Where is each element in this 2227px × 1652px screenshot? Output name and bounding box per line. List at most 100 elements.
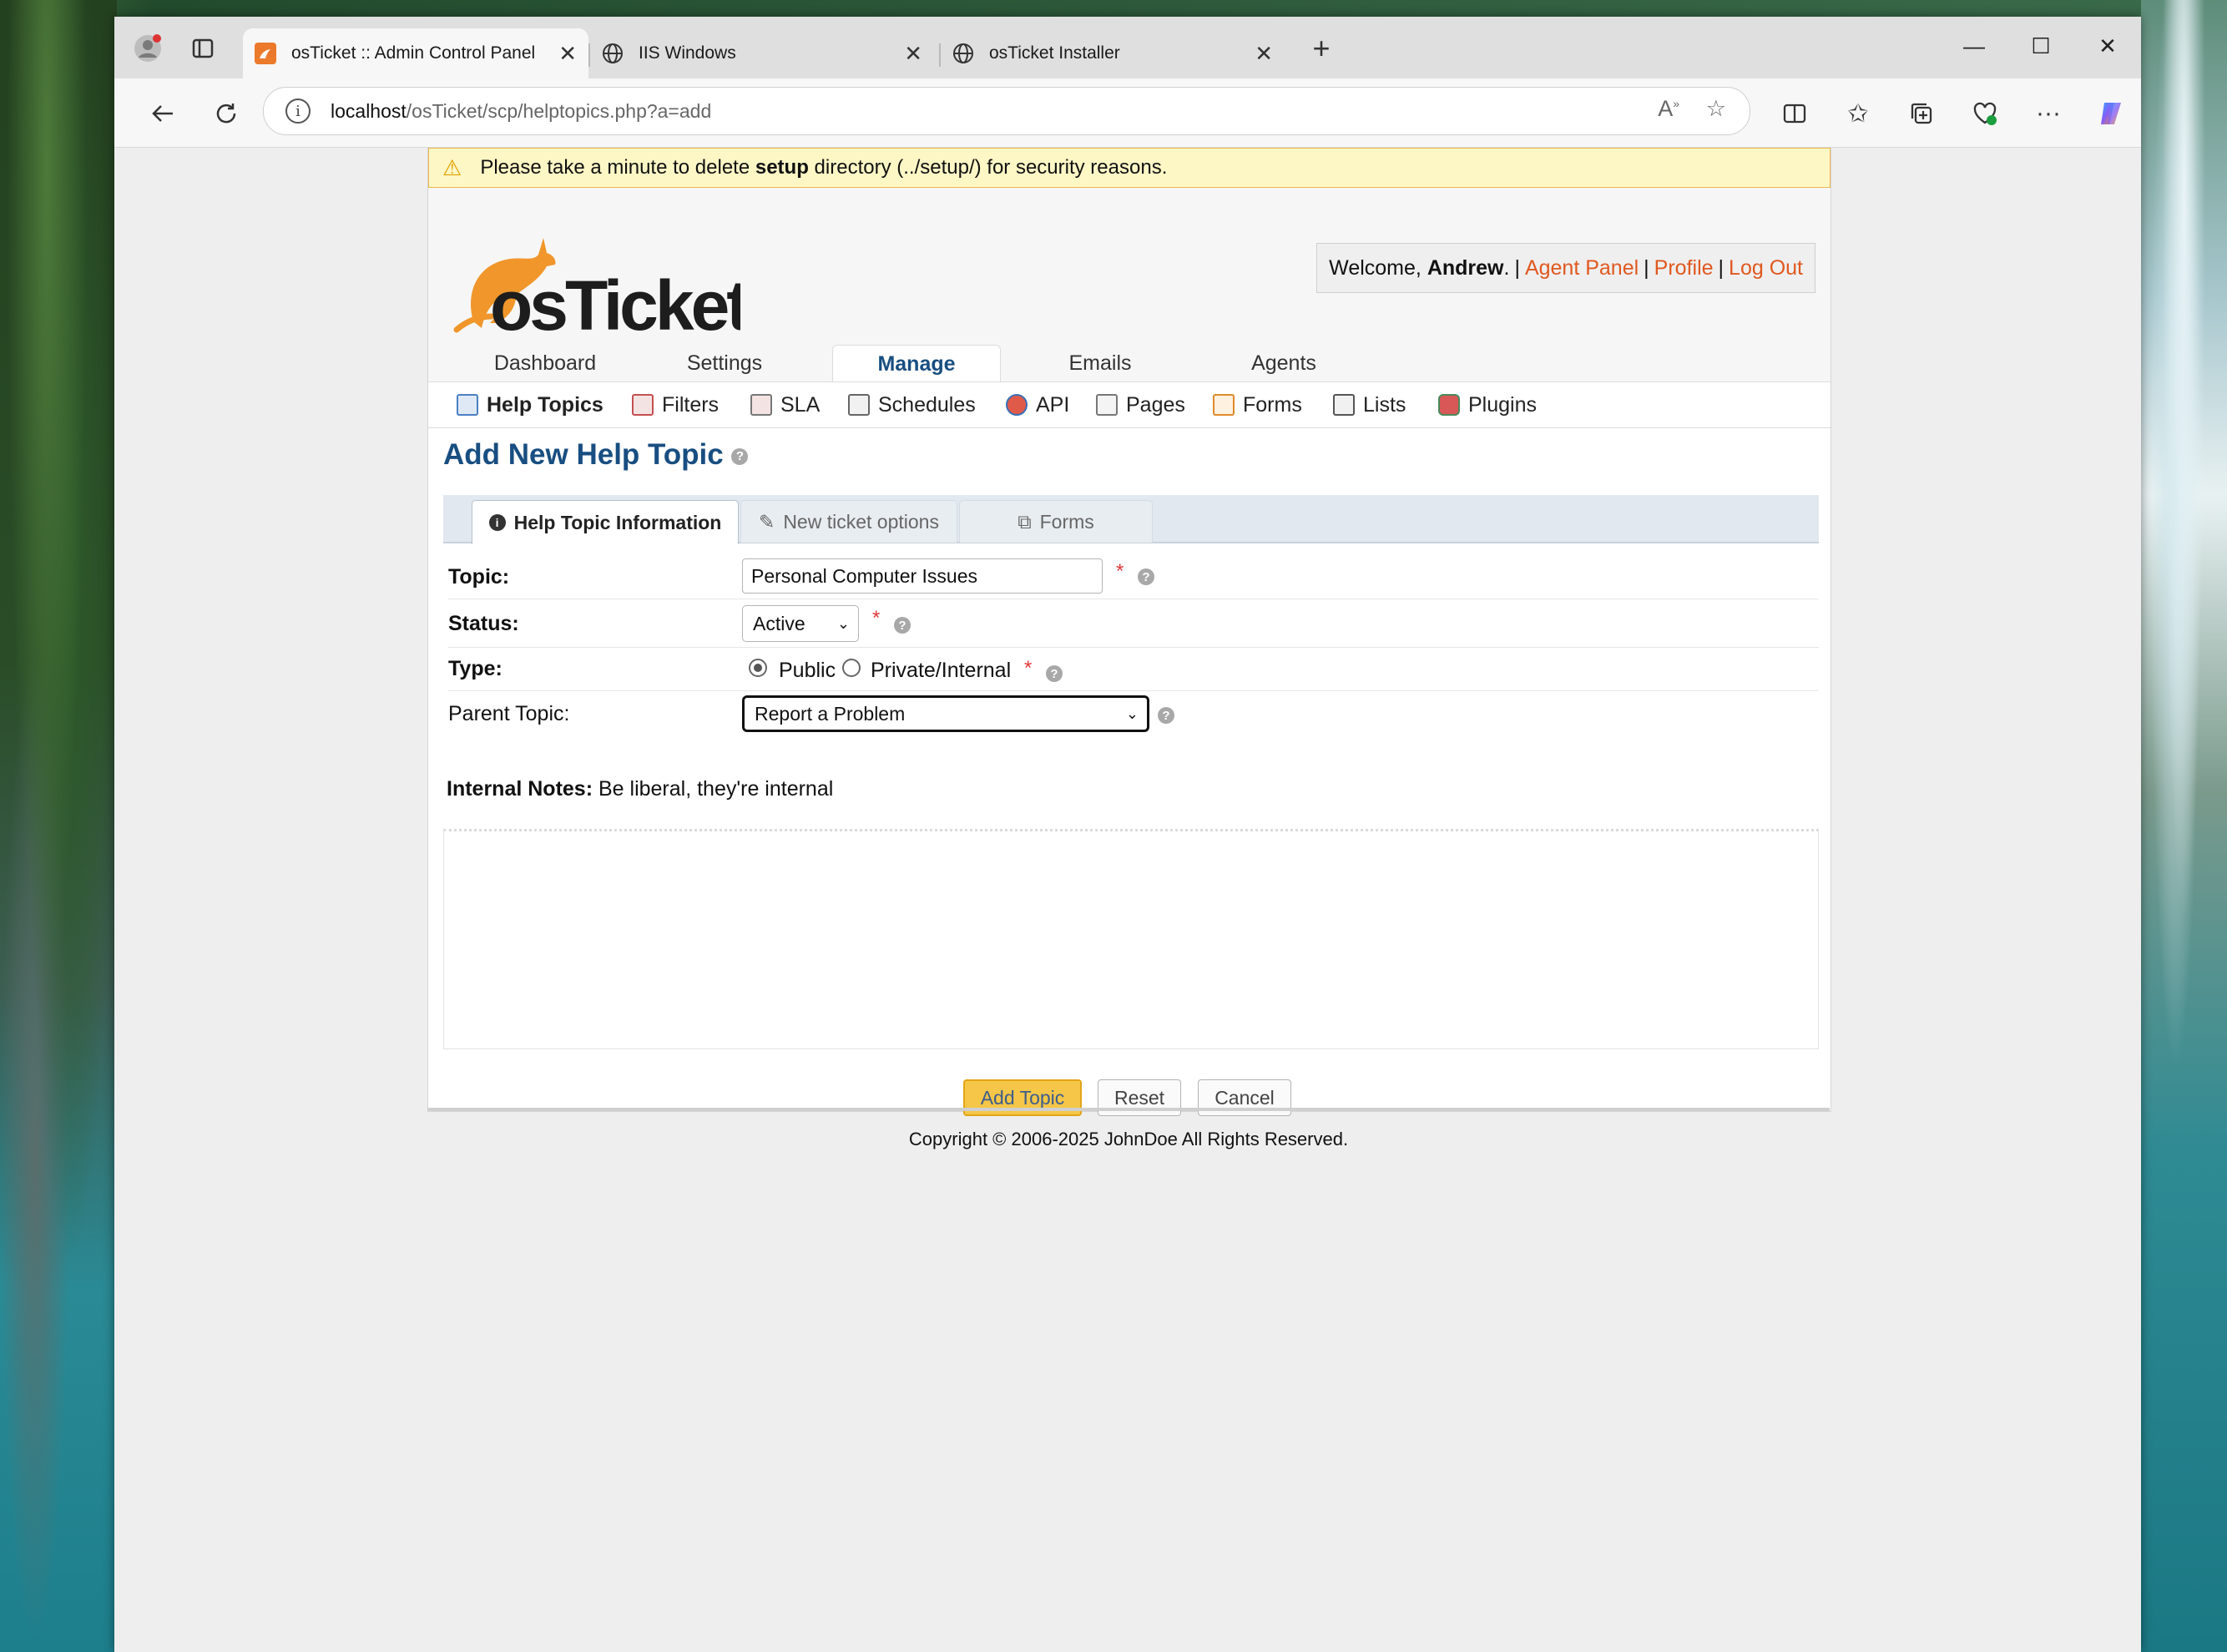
help-icon[interactable]: ? [1138,568,1154,585]
address-bar[interactable]: i localhost/osTicket/scp/helptopics.php?… [263,87,1750,135]
copilot-icon[interactable] [2092,93,2132,134]
subnav-sla[interactable]: SLA [750,382,820,427]
tab-settings[interactable]: Settings [637,345,812,381]
read-aloud-icon[interactable]: A» [1658,96,1679,122]
separator: | [1514,255,1520,280]
topic-row: Topic: Personal Computer Issues * ? [448,555,1819,599]
tab-forms[interactable]: ⧉ Forms [959,500,1153,543]
close-tab-icon[interactable]: ✕ [1255,41,1273,67]
internal-notes-hint: Be liberal, they're internal [598,777,834,801]
parent-topic-select[interactable]: Report a Problem ⌄ [742,695,1149,732]
page-title-text: Add New Help Topic [443,438,724,471]
sla-icon [750,394,772,416]
tab-iis-windows[interactable]: IIS Windows ✕ [590,28,934,78]
osticket-logo[interactable]: osTicket [440,230,740,334]
close-tab-icon[interactable]: ✕ [558,41,577,67]
subnav-forms[interactable]: Forms [1213,382,1302,427]
api-icon [1006,394,1028,416]
welcome-box: Welcome, Andrew. | Agent Panel | Profile… [1316,243,1815,293]
browser-toolbar: i localhost/osTicket/scp/helptopics.php?… [114,78,2141,148]
tab-osticket-installer[interactable]: osTicket Installer ✕ [941,28,1285,78]
type-private-label: Private/Internal [871,659,1012,682]
subnav-label: Plugins [1468,392,1537,417]
subnav-pages[interactable]: Pages [1096,382,1185,427]
required-mark: * [1024,657,1033,679]
back-icon[interactable] [143,93,183,134]
status-label: Status: [448,612,519,635]
favorites-icon[interactable]: ✩ [1838,93,1878,134]
topic-input[interactable]: Personal Computer Issues [742,558,1103,594]
separator: | [1718,255,1725,280]
help-icon[interactable]: ? [1158,707,1174,724]
url-path: /osTicket/scp/helptopics.php?a=add [406,99,712,122]
parent-topic-row: Parent Topic: Report a Problem ⌄ ? [448,692,1819,739]
subnav-label: Forms [1243,392,1302,417]
close-window-icon[interactable]: ✕ [2083,33,2133,59]
form-tab-label: Help Topic Information [513,511,722,533]
subnav-help-topics[interactable]: Help Topics [457,382,603,427]
profile-icon[interactable] [128,28,168,68]
more-options-icon[interactable]: ··· [2028,93,2068,134]
required-mark: * [872,607,881,629]
internal-notes-label: Internal Notes: [447,777,593,801]
subnav-label: API [1036,392,1070,417]
type-public-label: Public [779,659,836,682]
tab-title: IIS Windows [639,43,736,63]
new-tab-icon[interactable]: + [1301,28,1341,68]
tab-agents[interactable]: Agents [1188,345,1380,381]
status-select[interactable]: Active ⌄ [742,605,859,642]
svg-text:osTicket: osTicket [490,266,740,334]
copy-icon: ⧉ [1018,510,1032,533]
page-bottom-border [427,1108,1830,1111]
tab-new-ticket-options[interactable]: ✎ New ticket options [740,500,957,543]
log-out-link[interactable]: Log Out [1729,256,1803,280]
help-icon[interactable]: ? [731,447,749,465]
tab-strip: osTicket :: Admin Control Panel ✕ IIS Wi… [114,17,2141,78]
warning-text-strong: setup [755,156,809,179]
welcome-prefix: Welcome, [1329,255,1427,280]
help-icon[interactable]: ? [894,617,911,634]
site-info-icon[interactable]: i [285,99,311,124]
tab-osticket-admin[interactable]: osTicket :: Admin Control Panel ✕ [243,28,588,78]
tab-help-topic-information[interactable]: i Help Topic Information [472,500,739,544]
lists-icon [1333,394,1355,416]
welcome-user: Andrew [1427,255,1504,280]
filters-icon [632,394,654,416]
maximize-icon[interactable]: ☐ [2016,33,2066,59]
tab-title: osTicket Installer [989,43,1120,63]
minimize-icon[interactable]: — [1949,33,1999,59]
help-icon[interactable]: ? [1046,665,1063,682]
status-row: Status: Active ⌄ * ? [448,602,1819,648]
subnav-api[interactable]: API [1006,382,1069,427]
tab-actions-icon[interactable] [183,28,223,68]
split-screen-icon[interactable] [1775,93,1815,134]
favorite-star-icon[interactable]: ☆ [1706,96,1726,122]
internal-notes-editor[interactable] [443,829,1819,1049]
tab-emails[interactable]: Emails [1013,345,1188,381]
close-tab-icon[interactable]: ✕ [904,41,922,67]
browser-essentials-icon[interactable] [1965,93,2005,134]
agent-panel-link[interactable]: Agent Panel [1525,256,1639,280]
wallpaper-right-waterfall [2141,0,2227,1652]
refresh-icon[interactable] [206,93,246,134]
globe-icon [952,43,974,64]
sub-nav: Help Topics Filters SLA Schedules API Pa… [428,381,1831,428]
browser-window: osTicket :: Admin Control Panel ✕ IIS Wi… [114,17,2141,1652]
profile-link[interactable]: Profile [1654,256,1714,280]
subnav-plugins[interactable]: Plugins [1438,382,1537,427]
subnav-schedules[interactable]: Schedules [848,382,976,427]
tab-manage[interactable]: Manage [832,345,1001,382]
plugins-icon [1438,394,1460,416]
subnav-filters[interactable]: Filters [632,382,719,427]
form-tab-bar: i Help Topic Information ✎ New ticket op… [443,495,1819,544]
osticket-favicon-icon [255,43,276,64]
warning-text-prefix: Please take a minute to delete [480,156,755,179]
tab-dashboard[interactable]: Dashboard [453,345,637,381]
subnav-lists[interactable]: Lists [1333,382,1406,427]
type-private-radio[interactable] [842,659,861,677]
wallpaper-left-foliage [0,0,117,1652]
subnav-label: SLA [780,392,821,417]
collections-icon[interactable] [1901,93,1942,134]
osticket-page: ⚠ Please take a minute to delete setup d… [427,148,1831,1116]
type-public-radio[interactable] [749,659,767,677]
